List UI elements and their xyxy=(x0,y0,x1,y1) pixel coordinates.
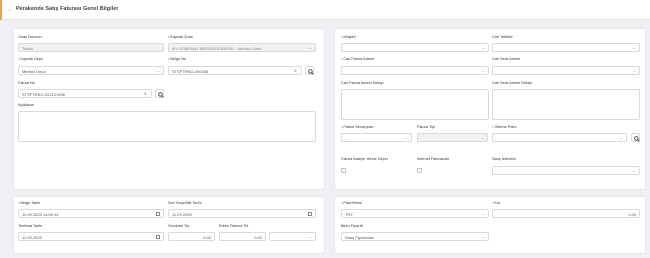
chevron-down-icon: ⌄ xyxy=(481,45,485,50)
internet-invoice-checkbox[interactable] xyxy=(417,168,422,173)
currency-label: •Para Birimi xyxy=(341,201,362,205)
invoice-no-input[interactable]: STSFTRNO-202101596 ⊗ xyxy=(18,89,152,98)
customer-contact-label: Cari Yetkilisi xyxy=(492,35,513,39)
sales-request-select[interactable]: ⌄ xyxy=(492,166,640,175)
source-branch-label: •Kaynak Şube xyxy=(168,35,193,39)
approval-status-field: Taslak xyxy=(18,43,164,52)
customer-label: •Müşteri xyxy=(341,35,356,39)
shipping-address-label: Cari Sevk Adresi xyxy=(492,57,521,61)
payment-plan-search-button[interactable] xyxy=(631,133,640,142)
chevron-down-icon: ⌄ xyxy=(308,45,312,50)
approval-status-label: Onay Durumu xyxy=(18,35,42,39)
tolerance-unit-select[interactable]: ⌄ xyxy=(269,232,316,241)
chevron-down-icon: ⌄ xyxy=(404,135,408,140)
chevron-down-icon: ⌄ xyxy=(632,45,636,50)
invoice-address-label: •Cari Fatura Adresi xyxy=(341,57,374,61)
document-date-input[interactable]: 11.09.2025 14:59:14 xyxy=(18,209,164,218)
calendar-icon[interactable] xyxy=(308,212,312,216)
chevron-down-icon: ⌄ xyxy=(481,234,485,239)
currency-panel xyxy=(334,196,646,254)
invoice-scenario-label: •Fatura Senaryosu xyxy=(341,125,374,129)
delay-tolerance-input[interactable]: 0,00 xyxy=(168,232,215,241)
source-warehouse-label: •Kaynak Depo xyxy=(18,57,44,61)
description-textarea[interactable] xyxy=(18,111,316,142)
delay-tolerance-label: Gecikme Tol. xyxy=(168,224,190,228)
invoice-address-detail-textarea[interactable] xyxy=(341,89,489,120)
search-icon xyxy=(157,91,164,98)
expiry-date-label: Son Geçerlilik Tarihi xyxy=(168,201,202,205)
customer-select[interactable]: ⌄ xyxy=(341,43,489,52)
internet-invoice-label: İnternet Faturasıdır xyxy=(417,157,450,161)
section-title: Perakende Satış Faturası Genel Bilgiler xyxy=(16,6,119,12)
shipping-address-select[interactable]: ⌄ xyxy=(492,66,640,75)
unit-price-source-select[interactable]: Satış Fiyatından ⌄ xyxy=(341,232,489,241)
chevron-down-icon: ⌄ xyxy=(632,68,636,73)
currency-select[interactable]: TRY ⌄ xyxy=(341,209,489,218)
customer-contact-select[interactable]: ⌄ xyxy=(492,43,640,52)
source-warehouse-select[interactable]: Merkez Depo ⌄ xyxy=(18,66,164,75)
delivery-date-input[interactable]: 11.09.2025 xyxy=(18,232,164,241)
clear-icon[interactable]: ⊗ xyxy=(144,90,147,97)
expiry-date-input[interactable]: 11.09.2025 xyxy=(168,209,316,218)
chevron-down-icon: ⌄ xyxy=(156,68,160,73)
early-payment-tolerance-input[interactable]: 0,00 xyxy=(219,232,266,241)
invoice-address-detail-label: Cari Fatura Adresi Detayı xyxy=(341,81,384,85)
unit-price-source-label: Birim Fiyat Al xyxy=(341,224,364,228)
delivery-date-label: Teslimat Tarihi xyxy=(18,224,42,228)
exchange-rate-input[interactable]: 1,00 xyxy=(492,209,640,218)
chevron-down-icon: ⌄ xyxy=(308,234,312,239)
document-no-input[interactable]: STSFTRNO-000036 ⊗ xyxy=(168,66,302,75)
payment-plan-label: •Ödeme Planı xyxy=(492,125,517,129)
invoice-no-search-button[interactable] xyxy=(155,89,164,98)
calendar-icon[interactable] xyxy=(156,235,160,239)
invoice-type-label: Fatura Tipi xyxy=(417,125,435,129)
payment-plan-select[interactable]: ⌄ xyxy=(492,133,627,142)
document-date-label: •Belge Tarihi xyxy=(18,201,41,205)
invoice-address-select[interactable]: ⌄ xyxy=(341,66,489,75)
search-icon xyxy=(307,68,314,75)
search-icon xyxy=(633,135,640,142)
chevron-down-icon: ⌄ xyxy=(481,211,485,216)
document-no-label: •Belge No xyxy=(168,57,186,61)
source-branch-select[interactable]: MY COMPANY MERKEZSUBE001 - Merkez Şube ⌄ xyxy=(168,43,316,52)
waybill-replacement-label: Fatura İrsaliye Yerine Geçer xyxy=(341,157,389,161)
chevron-down-icon[interactable]: ⌄ xyxy=(7,6,12,13)
shipping-address-detail-label: Cari Sevk Adresi Detayı xyxy=(492,81,533,85)
chevron-down-icon: ⌄ xyxy=(619,135,623,140)
clear-icon[interactable]: ⊗ xyxy=(294,67,297,74)
sales-request-label: Satış İstemesi xyxy=(492,157,516,161)
header-accent xyxy=(0,0,2,20)
description-label: Açıklama xyxy=(18,103,34,107)
chevron-down-icon: ⌄ xyxy=(480,135,484,140)
exchange-rate-label: •Kur xyxy=(492,201,501,205)
section-header[interactable]: ⌄ Perakende Satış Faturası Genel Bilgile… xyxy=(0,0,650,20)
waybill-replacement-checkbox[interactable] xyxy=(341,168,346,173)
chevron-down-icon: ⌄ xyxy=(481,68,485,73)
general-info-panel xyxy=(13,28,325,190)
early-payment-tolerance-label: Erken Ödeme Tol. xyxy=(219,224,250,228)
invoice-scenario-select[interactable]: - ⌄ xyxy=(341,133,412,142)
chevron-down-icon: ⌄ xyxy=(632,168,636,173)
document-no-search-button[interactable] xyxy=(305,66,314,75)
invoice-type-select[interactable]: ⌄ xyxy=(417,133,488,142)
invoice-no-label: Fatura No xyxy=(18,81,35,85)
shipping-address-detail-textarea[interactable] xyxy=(492,89,640,120)
calendar-icon[interactable] xyxy=(156,212,160,216)
